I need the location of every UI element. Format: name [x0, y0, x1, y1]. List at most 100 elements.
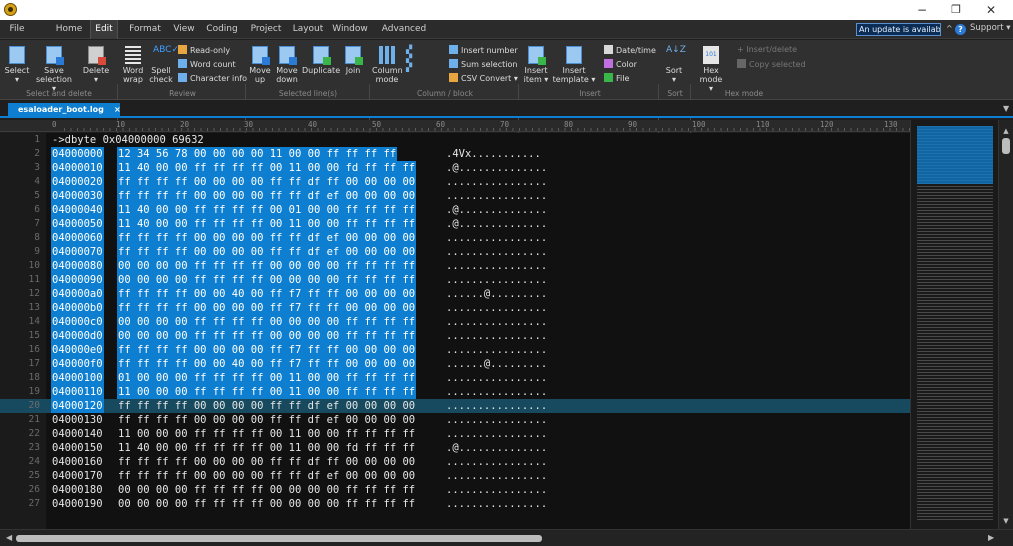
tab-list-dropdown-icon[interactable]: ▼ — [1003, 104, 1009, 113]
insert-template-button[interactable]: Insert template ▾ — [552, 46, 596, 84]
select-button[interactable]: Select ▾ — [2, 46, 32, 84]
line-number: 12 — [28, 288, 40, 299]
hex-address: 04000020 — [51, 175, 104, 189]
editor-line: 7 04000050 11 40 00 00 ff ff ff ff 00 11 0… — [0, 217, 910, 231]
column-mode-button[interactable]: Column mode — [372, 46, 403, 84]
collapse-ribbon-icon[interactable]: ^ — [946, 24, 953, 33]
tab-coding[interactable]: Coding — [203, 20, 241, 39]
tab-window[interactable]: Window — [331, 20, 369, 39]
hex-bytes: ff ff ff ff 00 00 40 00 ff f7 ff ff 00 0… — [117, 357, 417, 371]
minimize-button[interactable]: − — [905, 0, 939, 20]
maximize-button[interactable]: ❐ — [939, 0, 973, 20]
line-number: 6 — [34, 204, 40, 215]
minimap[interactable] — [910, 120, 998, 529]
command-text: ->dbyte 0x04000000 69632 — [52, 134, 204, 146]
delete-icon — [88, 46, 106, 65]
tab-layout[interactable]: Layout — [290, 20, 326, 39]
close-window-button[interactable]: ✕ — [974, 0, 1008, 20]
sum-selection-button[interactable]: Sum selection — [449, 59, 517, 69]
line-number: 11 — [28, 274, 40, 285]
hex-address: 04000000 — [51, 147, 104, 161]
minimap-viewport[interactable] — [917, 126, 993, 184]
color-button[interactable]: Color — [604, 59, 637, 69]
ascii-text: ................ — [446, 330, 548, 342]
line-number: 16 — [28, 344, 40, 355]
hex-bytes: 11 40 00 00 ff ff ff ff 00 01 00 00 ff f… — [117, 203, 417, 217]
editor-line: 21 04000130 ff ff ff ff 00 00 00 00 ff ff … — [0, 413, 910, 427]
character-info-button[interactable]: Character info — [178, 73, 247, 83]
tab-project[interactable]: Project — [246, 20, 286, 39]
support-menu[interactable]: Support ▾ — [970, 23, 1011, 33]
select-icon — [9, 46, 25, 64]
tab-view[interactable]: View — [168, 20, 200, 39]
sum-icon — [449, 59, 458, 68]
copy-selected-button[interactable]: Copy selected — [737, 59, 806, 69]
spell-check-button[interactable]: ABC✓ Spell check — [148, 46, 179, 85]
insert-delete-button[interactable]: + Insert/delete — [737, 45, 797, 54]
scroll-left-icon[interactable]: ◀ — [6, 533, 12, 542]
duplicate-button[interactable]: Duplicate — [302, 46, 340, 75]
scroll-down-icon[interactable]: ▼ — [1001, 516, 1011, 526]
ascii-text: ................ — [446, 372, 548, 384]
line-number: 4 — [34, 176, 40, 187]
ruler-label: 100 — [692, 120, 706, 129]
line-number: 15 — [28, 330, 40, 341]
horizontal-scrollbar[interactable]: ◀ ▶ — [0, 529, 1013, 546]
scroll-up-icon[interactable]: ▲ — [1001, 126, 1011, 136]
tab-home[interactable]: Home — [52, 20, 86, 39]
ruler-label: 60 — [436, 120, 446, 129]
line-number: 9 — [34, 246, 40, 257]
line-number: 13 — [28, 302, 40, 313]
menu-bar: File Home Edit Format View Coding Projec… — [0, 20, 1013, 39]
tab-format[interactable]: Format — [125, 20, 165, 39]
editor-line: 18 04000100 01 00 00 00 ff ff ff ff 00 11 … — [0, 371, 910, 385]
ascii-text: ................ — [446, 386, 548, 398]
sort-button[interactable]: A↓Z Sort ▾ — [662, 46, 686, 85]
line-number: 27 — [28, 498, 40, 509]
move-up-button[interactable]: Move up — [248, 46, 272, 84]
word-count-button[interactable]: Word count — [178, 59, 236, 69]
help-icon[interactable]: ? — [955, 24, 966, 35]
move-down-button[interactable]: Move down — [274, 46, 300, 84]
ascii-text: ................ — [446, 484, 548, 496]
vertical-scroll-thumb[interactable] — [1002, 138, 1010, 154]
horizontal-scroll-thumb[interactable] — [16, 535, 542, 542]
ascii-text: ................ — [446, 176, 548, 188]
word-wrap-button[interactable]: Word wrap — [120, 46, 146, 84]
hex-address: 040000c0 — [51, 315, 104, 329]
group-label-select-delete: Select and delete — [26, 89, 92, 98]
save-selection-button[interactable]: Save selection ▾ — [36, 46, 72, 93]
tab-esaloader-boot-log[interactable]: esaloader_boot.log × — [8, 103, 121, 118]
app-logo-icon — [4, 3, 17, 16]
tab-edit[interactable]: Edit — [90, 20, 118, 39]
insert-number-button[interactable]: Insert number — [449, 45, 518, 55]
hex-address: 04000180 — [52, 484, 103, 496]
ruler-label: 50 — [372, 120, 382, 129]
vertical-scrollbar[interactable]: ▲ ▼ — [998, 120, 1013, 529]
scroll-right-icon[interactable]: ▶ — [988, 533, 994, 542]
delete-button[interactable]: Delete ▾ — [78, 46, 114, 84]
hex-bytes: ff ff ff ff 00 00 00 00 ff f7 ff ff 00 0… — [117, 343, 417, 357]
hex-bytes: ff ff ff ff 00 00 00 00 ff ff df ef 00 0… — [117, 245, 417, 259]
close-tab-icon[interactable]: × — [114, 103, 121, 117]
tab-advanced[interactable]: Advanced — [380, 20, 428, 39]
hex-address: 04000190 — [52, 498, 103, 510]
insert-item-button[interactable]: Insert item ▾ — [522, 46, 550, 84]
save-icon — [46, 46, 64, 65]
hex-address: 04000040 — [51, 203, 104, 217]
tab-file[interactable]: File — [4, 20, 30, 39]
date-time-button[interactable]: Date/time — [604, 45, 656, 55]
insert-number-icon — [449, 45, 458, 54]
insert-file-button[interactable]: File — [604, 73, 629, 83]
line-number: 24 — [28, 456, 40, 467]
hex-mode-button[interactable]: 101 Hex mode ▾ — [697, 46, 725, 93]
read-only-button[interactable]: Read-only — [178, 45, 230, 55]
csv-convert-button[interactable]: CSV Convert ▾ — [449, 73, 518, 83]
editor-line: 3 04000010 11 40 00 00 ff ff ff ff 00 11 0… — [0, 161, 910, 175]
join-button[interactable]: Join — [340, 46, 366, 75]
update-banner[interactable]: An update is available... — [856, 23, 941, 36]
line-number: 25 — [28, 470, 40, 481]
ascii-text: ................ — [446, 302, 548, 314]
editor-line: 1 ->dbyte 0x04000000 69632 — [0, 133, 910, 147]
editor-line: 19 04000110 11 00 00 00 ff ff ff ff 00 11 … — [0, 385, 910, 399]
